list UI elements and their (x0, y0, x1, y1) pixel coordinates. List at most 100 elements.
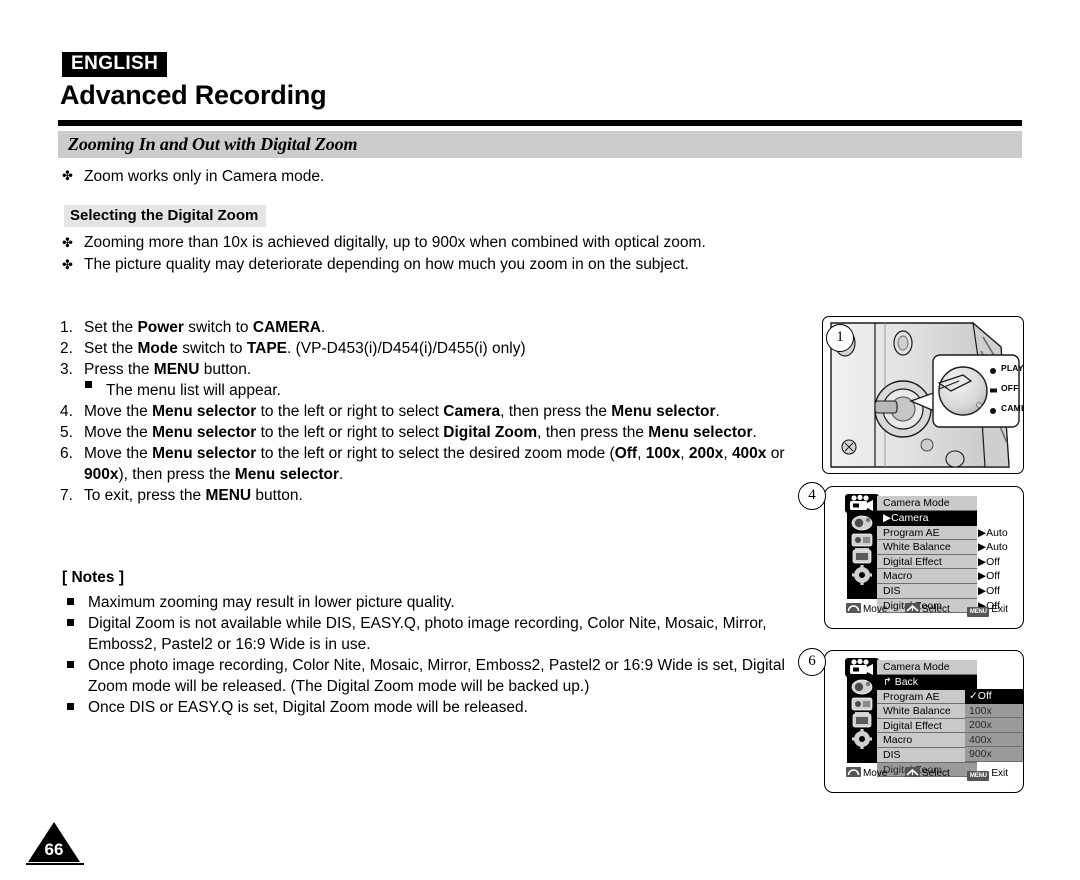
step-text: Press the MENU button. (84, 361, 252, 378)
lcd-menu-item-value: ▶Off (978, 555, 1000, 568)
square-bullet-icon (67, 703, 74, 710)
step-text: Move the Menu selector to the left or ri… (84, 445, 785, 483)
page-number: 66 (44, 840, 64, 859)
lcd-menu-item[interactable]: Macro (877, 733, 977, 748)
procedure-step: 6. Move the Menu selector to the left or … (60, 443, 802, 485)
lcd-menu-rows: ↱ Back Program AE White Balance Digital Eff… (877, 675, 977, 778)
page-title: Advanced Recording (60, 80, 327, 110)
menu-key-icon: MENU (967, 607, 990, 617)
lcd-menu-screen-step4: Camera Mode ▶Camera Program AE White Balan… (824, 486, 1024, 629)
club-bullet-icon: ✤ (62, 235, 73, 250)
step-text: Move the Menu selector to the left or ri… (84, 424, 757, 441)
square-bullet-icon (67, 598, 74, 605)
lcd-footer-exit-label: Exit (991, 604, 1009, 615)
lcd-menu-item[interactable]: DIS (877, 747, 977, 763)
lcd-submenu-item[interactable]: 400x (965, 732, 1023, 748)
square-bullet-icon (67, 661, 74, 668)
note-item: Once DIS or EASY.Q is set, Digital Zoom … (62, 697, 802, 718)
subsection-bullet: ✤ The picture quality may deteriorate dep… (62, 254, 842, 276)
lcd-menu-item[interactable]: Program AE (877, 525, 977, 541)
subsection-heading: Selecting the Digital Zoom (64, 205, 267, 227)
settings-gear-icon (852, 565, 872, 585)
lens-mode-icon (851, 679, 873, 695)
note-text: Digital Zoom is not available while DIS,… (88, 615, 767, 653)
page-badge-rule (26, 863, 84, 865)
lcd-footer-select-label: Select (921, 768, 950, 779)
intro-note: ✤ Zoom works only in Camera mode. (62, 168, 822, 186)
step-text: The menu list will appear. (106, 382, 281, 399)
language-badge: ENGLISH (62, 52, 168, 77)
lcd-menu-item[interactable]: DIS (877, 583, 977, 599)
dial-label-camera: CAMERA (1001, 403, 1023, 413)
lcd-menu-item[interactable]: Digital Effect (877, 718, 977, 734)
lcd-footer-bar: Move Select MENU Exit (843, 767, 1011, 781)
notes-list: Maximum zooming may result in lower pict… (62, 592, 802, 718)
lcd-menu-item[interactable]: White Balance (877, 704, 977, 719)
settings-gear-icon (852, 729, 872, 749)
camcorder-tab-svg (850, 494, 873, 511)
procedure-step: 4. Move the Menu selector to the left or … (60, 401, 802, 422)
lcd-camcorder-tab-icon (845, 494, 879, 513)
note-text: Once photo image recording, Color Nite, … (88, 657, 785, 695)
lcd-title: Camera Mode (877, 660, 977, 675)
note-text: Maximum zooming may result in lower pict… (88, 594, 455, 611)
club-bullet-icon: ✤ (62, 257, 73, 272)
notes-heading: [ Notes ] (62, 569, 124, 586)
lcd-menu-item[interactable]: Program AE (877, 689, 977, 705)
dial-label-player: PLAYER (1001, 363, 1024, 373)
intro-note-text: Zoom works only in Camera mode. (84, 168, 325, 185)
subsection-bullet-text: The picture quality may deteriorate depe… (84, 256, 689, 273)
lcd-menu-item[interactable]: Digital Effect (877, 554, 977, 570)
step-number: 6. (60, 445, 73, 462)
lcd-content-area: Camera Mode ▶Camera Program AE White Balan… (845, 494, 1008, 614)
lcd-menu-item[interactable]: White Balance (877, 540, 977, 555)
procedure-step: 2. Set the Mode switch to TAPE. (VP-D453(… (60, 338, 802, 359)
move-dial-icon (845, 603, 861, 613)
tv-mode-icon (852, 712, 872, 728)
move-arc-svg (847, 769, 860, 776)
procedure-step: 3. Press the MENU button. (60, 359, 802, 380)
lcd-title: Camera Mode (877, 496, 977, 511)
note-item: Digital Zoom is not available while DIS,… (62, 613, 802, 655)
camcorder-tab-svg (850, 658, 873, 675)
figure-marker-4: 4 (798, 482, 826, 510)
lcd-footer-move-label: Move (862, 768, 888, 779)
dial-label-off: OFF (1001, 383, 1019, 393)
figure-marker-1: 1 (826, 324, 854, 352)
subsection-bullet-list: ✤ Zooming more than 10x is achieved digit… (62, 232, 842, 276)
lcd-menu-item-value: ▶Auto (978, 541, 1008, 554)
lcd-menu-item[interactable]: ▶Camera (877, 511, 977, 526)
procedure-step: 5. Move the Menu selector to the left or … (60, 422, 802, 443)
step-number: 5. (60, 424, 73, 441)
lcd-menu-item[interactable]: Macro (877, 569, 977, 584)
lens-mode-icon (851, 515, 873, 531)
note-item: Maximum zooming may result in lower pict… (62, 592, 802, 613)
lcd-submenu-item[interactable]: 900x (965, 747, 1023, 762)
lcd-submenu-item[interactable]: 200x (965, 718, 1023, 733)
select-dial-icon (904, 767, 920, 777)
procedure-substep: The menu list will appear. (60, 380, 802, 401)
title-divider (58, 120, 1022, 126)
lcd-menu-values: ▶Auto ▶Auto ▶Off ▶Off ▶Off ▶Off (978, 511, 1023, 613)
square-bullet-icon (85, 381, 92, 388)
lcd-submenu-item[interactable]: ✓Off (965, 689, 1023, 704)
lcd-menu-item-value (978, 511, 1023, 526)
lcd-menu-item-value: ▶Auto (978, 526, 1008, 539)
camcorder-mode-icon (851, 533, 873, 547)
select-arc-svg (906, 768, 919, 776)
square-bullet-icon (67, 619, 74, 626)
lcd-submenu-item[interactable]: 100x (965, 703, 1023, 719)
step-number: 2. (60, 340, 73, 357)
step-number: 1. (60, 319, 73, 336)
lcd-menu-item[interactable]: ↱ Back (877, 675, 977, 690)
step-text: Set the Mode switch to TAPE. (VP-D453(i)… (84, 340, 526, 357)
lcd-footer-exit-label: Exit (991, 768, 1009, 779)
lcd-footer-move-label: Move (862, 604, 888, 615)
note-text: Once DIS or EASY.Q is set, Digital Zoom … (88, 699, 528, 716)
lcd-menu-rows: ▶Camera Program AE White Balance Digital Ef… (877, 511, 977, 614)
lcd-footer-bar: Move Select MENU Exit (843, 603, 1011, 617)
camcorder-mode-icon (851, 697, 873, 711)
page-number-badge: 66 (26, 822, 84, 865)
procedure-step: 7. To exit, press the MENU button. (60, 485, 802, 506)
figure-marker-6: 6 (798, 648, 826, 676)
